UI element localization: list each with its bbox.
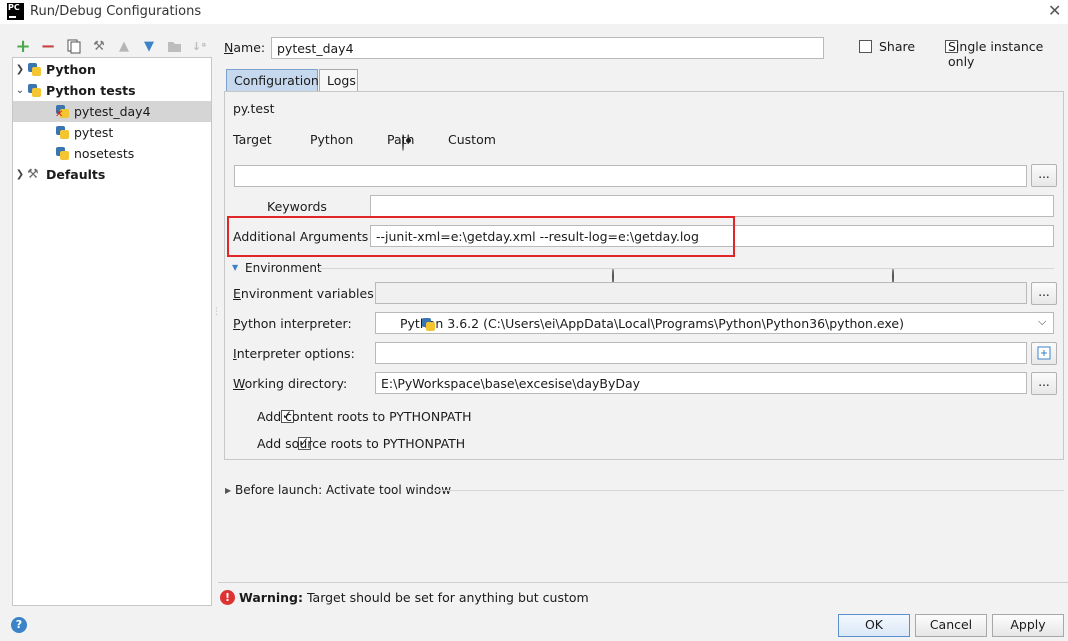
cancel-button[interactable]: Cancel: [915, 614, 987, 637]
working-dir-label: Working directory:: [233, 376, 348, 391]
wrench-icon: ⚒: [27, 167, 39, 182]
window-title: Run/Debug Configurations: [30, 4, 202, 19]
working-dir-input[interactable]: E:\PyWorkspace\base\excesise\dayByDay: [375, 372, 1027, 394]
share-label: Share: [879, 39, 916, 54]
source-roots-label: Add source roots to PYTHONPATH: [257, 436, 466, 451]
ok-button[interactable]: OK: [838, 614, 910, 637]
remove-icon[interactable]: −: [39, 36, 57, 57]
tree-item-nosetests[interactable]: nosetests: [13, 143, 211, 164]
content-roots-label: Add content roots to PYTHONPATH: [257, 409, 472, 424]
tree-item-python[interactable]: ❯ Python: [13, 59, 211, 80]
before-launch-label[interactable]: Before launch: Activate tool window: [235, 483, 451, 497]
warning-message: Warning: Target should be set for anythi…: [239, 590, 589, 605]
target-python-label: Python: [310, 132, 354, 147]
python-tests-icon: [27, 83, 42, 98]
environment-section-label: Environment: [245, 261, 322, 275]
edit-defaults-icon[interactable]: ⚒: [90, 37, 108, 55]
folder-icon[interactable]: [165, 37, 183, 55]
python-test-error-icon: ✕: [55, 104, 70, 120]
tree-item-defaults[interactable]: ❯ ⚒ Defaults: [13, 164, 211, 185]
highlight-box: [227, 216, 735, 257]
move-up-icon[interactable]: ▲: [115, 37, 133, 55]
pycharm-app-icon: PC: [7, 3, 24, 20]
target-label: Target: [233, 132, 272, 147]
tab-logs[interactable]: Logs: [319, 69, 358, 92]
interpreter-options-input[interactable]: [375, 342, 1027, 364]
collapse-triangle-icon[interactable]: ▼: [232, 263, 238, 272]
env-vars-input[interactable]: [375, 282, 1027, 304]
before-launch-separator: [432, 490, 1064, 491]
interpreter-options-label: Interpreter options:: [233, 346, 355, 361]
warning-icon: !: [220, 590, 235, 605]
share-checkbox[interactable]: [859, 40, 872, 53]
add-icon[interactable]: +: [14, 36, 32, 57]
tree-item-pytest[interactable]: pytest: [13, 122, 211, 143]
keywords-input[interactable]: [370, 195, 1054, 217]
tree-item-pytest-day4[interactable]: ✕ pytest_day4: [13, 101, 211, 122]
target-path-label: Path: [387, 132, 415, 147]
apply-button[interactable]: Apply: [992, 614, 1064, 637]
working-dir-browse-button[interactable]: ...: [1031, 372, 1057, 395]
python-icon: [27, 62, 42, 77]
python-test-icon: [55, 125, 70, 140]
tree-item-python-tests[interactable]: ⌄ Python tests: [13, 80, 211, 101]
python-test-icon: [55, 146, 70, 161]
env-vars-browse-button[interactable]: ...: [1031, 282, 1057, 305]
chevron-right-icon[interactable]: ❯: [13, 64, 27, 75]
configurations-tree[interactable]: ❯ Python ⌄ Python tests ✕ pytest_day4 py…: [12, 57, 212, 606]
interpreter-label: Python interpreter:: [233, 316, 352, 331]
move-down-icon[interactable]: ▼: [140, 37, 158, 55]
chevron-down-icon[interactable]: ⌄: [13, 85, 27, 96]
copy-icon[interactable]: [65, 37, 83, 55]
interpreter-select[interactable]: Python 3.6.2 (C:\Users\ei\AppData\Local\…: [375, 312, 1054, 334]
warning-text: Target should be set for anything but cu…: [306, 590, 589, 605]
runner-label: py.test: [233, 101, 275, 116]
env-vars-label: Environment variables:: [233, 286, 378, 301]
target-browse-button[interactable]: ...: [1031, 164, 1057, 187]
expand-field-button[interactable]: [1031, 342, 1057, 365]
bottom-separator: [218, 582, 1068, 583]
target-path-input[interactable]: [234, 165, 1027, 187]
expand-triangle-icon[interactable]: ▶: [225, 486, 231, 495]
environment-separator: [318, 268, 1054, 269]
chevron-right-icon[interactable]: ❯: [13, 169, 27, 180]
tab-configuration[interactable]: Configuration: [226, 69, 319, 92]
sort-icon[interactable]: ↓ᵃ: [190, 37, 208, 55]
close-icon[interactable]: ✕: [1048, 1, 1061, 20]
single-instance-label: Single instance only: [948, 39, 1044, 69]
chevron-down-icon[interactable]: ⌵: [1038, 315, 1046, 329]
splitter-handle[interactable]: ⋮: [212, 308, 221, 330]
help-icon[interactable]: ?: [11, 617, 27, 633]
name-input[interactable]: pytest_day4: [271, 37, 824, 59]
keywords-label: Keywords: [267, 199, 327, 214]
name-label: Name:: [224, 40, 266, 55]
target-custom-label: Custom: [448, 132, 496, 147]
warning-bold-label: Warning:: [239, 590, 303, 605]
